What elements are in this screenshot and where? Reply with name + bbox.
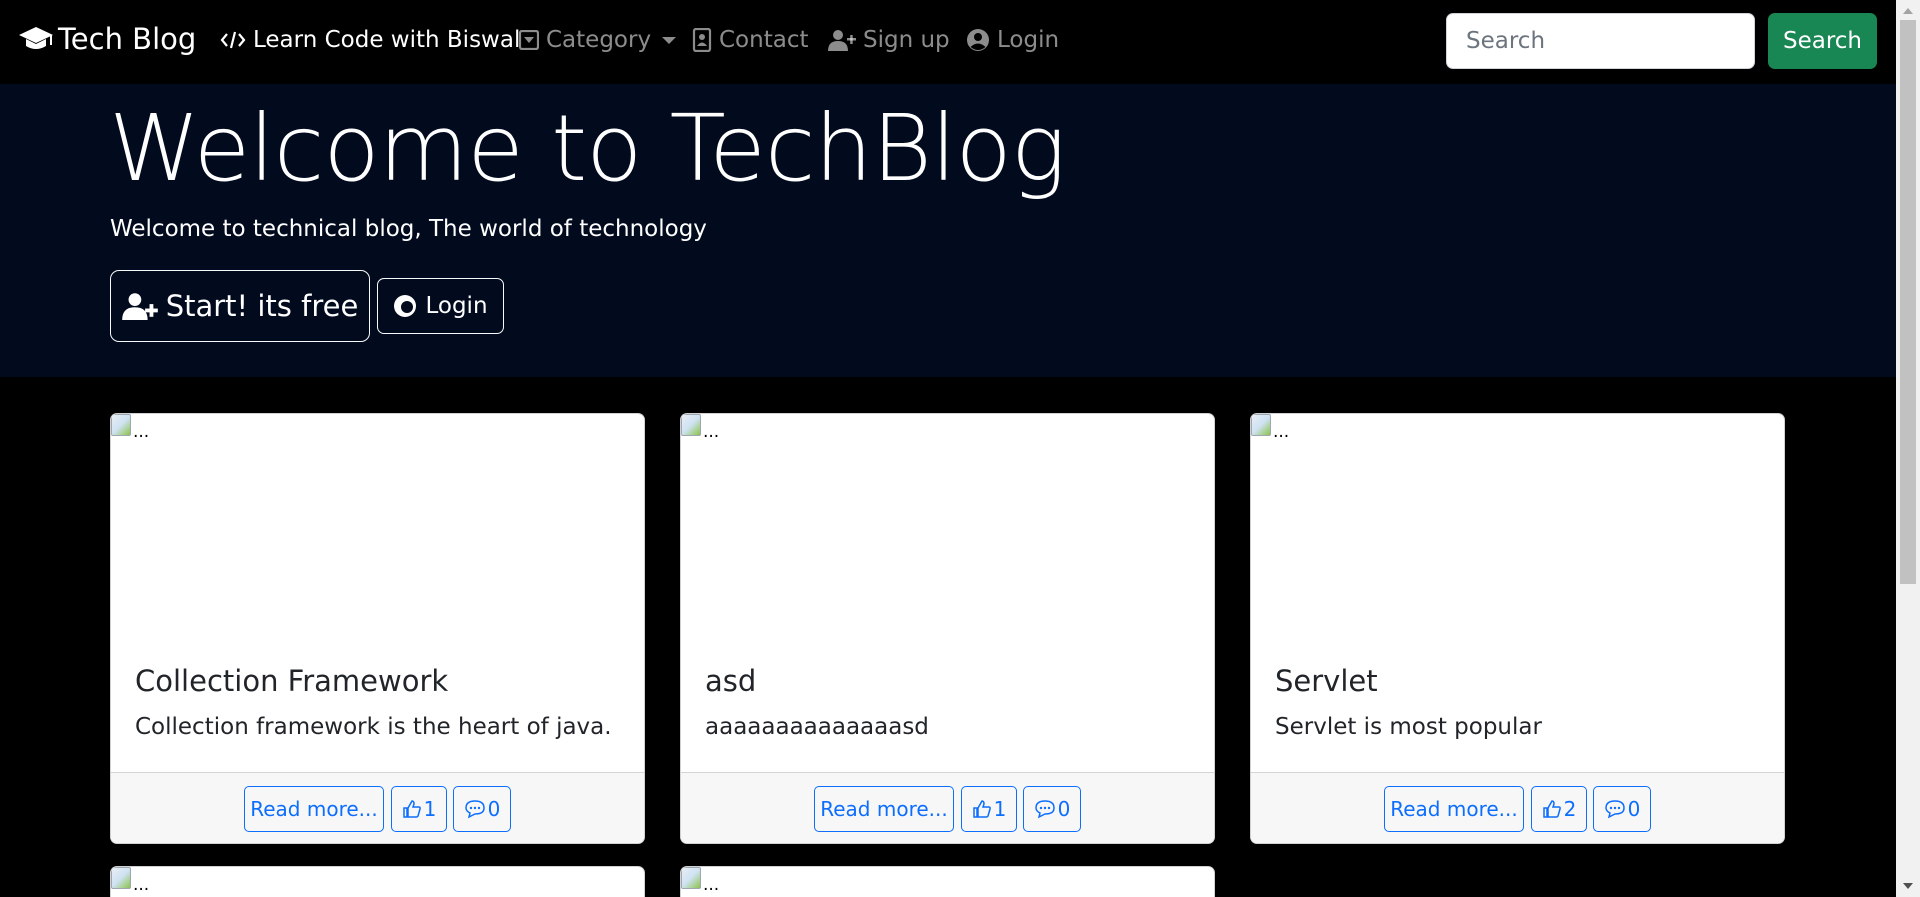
post-footer: Read more... 2 0 [1251, 772, 1784, 843]
post-card: ... [110, 866, 645, 897]
like-count: 2 [1563, 797, 1577, 821]
post-image-alt: ... [703, 875, 720, 895]
user-plus-icon [828, 30, 856, 51]
like-button[interactable]: 2 [1531, 786, 1587, 832]
post-footer: Read more... 1 0 [111, 772, 644, 843]
nav-learn-code[interactable]: Learn Code with Biswal [220, 27, 520, 53]
start-free-label: Start! its free [165, 289, 359, 323]
post-image-alt: ... [133, 422, 150, 442]
post-image-alt: ... [703, 422, 720, 442]
post-image: ... [681, 414, 719, 442]
broken-image-icon [111, 414, 131, 436]
nav-signup[interactable]: Sign up [828, 27, 950, 53]
like-count: 1 [423, 797, 437, 821]
comment-count: 0 [1627, 797, 1641, 821]
comment-button[interactable]: 0 [453, 786, 511, 832]
read-more-button[interactable]: Read more... [244, 786, 384, 832]
hero-login-label: Login [425, 293, 488, 319]
post-image: ... [1251, 414, 1289, 442]
broken-image-icon [681, 414, 701, 436]
search-button[interactable]: Search [1768, 13, 1877, 69]
post-text: Collection framework is the heart of jav… [135, 714, 612, 740]
nav-learn-code-label: Learn Code with Biswal [253, 27, 521, 53]
search-input[interactable] [1446, 13, 1755, 69]
hero-banner: Welcome to TechBlog Welcome to technical… [0, 84, 1896, 377]
broken-image-icon [1251, 414, 1271, 436]
post-card: ... Collection Framework Collection fram… [110, 413, 645, 844]
nav-category-dropdown[interactable]: Category [519, 27, 677, 53]
post-image: ... [681, 867, 719, 895]
post-title: Collection Framework [135, 664, 449, 698]
scroll-up-arrow-icon[interactable] [1903, 8, 1913, 14]
post-text: Servlet is most popular [1275, 714, 1542, 740]
like-button[interactable]: 1 [961, 786, 1017, 832]
nav-category-label: Category [546, 27, 652, 53]
brand-link[interactable]: Tech Blog [18, 22, 196, 56]
start-free-button[interactable]: Start! its free [110, 270, 370, 342]
post-footer: Read more... 1 0 [681, 772, 1214, 843]
comment-count: 0 [487, 797, 501, 821]
post-text: aaaaaaaaaaaaaasd [705, 714, 929, 740]
post-card: ... [680, 866, 1215, 897]
nav-contact-label: Contact [719, 27, 809, 53]
hero-login-button[interactable]: Login [377, 278, 504, 334]
address-book-icon [692, 28, 712, 52]
thumbs-up-icon [1542, 800, 1561, 818]
navbar: Tech Blog Learn Code with Biswal Categor… [0, 0, 1896, 84]
comment-button[interactable]: 0 [1023, 786, 1081, 832]
hero-title: Welcome to TechBlog [109, 95, 1066, 202]
post-image: ... [111, 867, 149, 895]
comment-count: 0 [1057, 797, 1071, 821]
post-title: Servlet [1275, 664, 1378, 698]
user-plus-icon [121, 293, 158, 320]
chevron-down-icon [662, 36, 677, 44]
thumbs-up-icon [972, 800, 991, 818]
scroll-down-arrow-icon[interactable] [1903, 883, 1913, 889]
broken-image-icon [681, 867, 701, 889]
post-card: ... asd aaaaaaaaaaaaaasd Read more... 1 … [680, 413, 1215, 844]
nav-signup-label: Sign up [863, 27, 950, 53]
spinner-circle-icon [394, 295, 417, 317]
post-image: ... [111, 414, 149, 442]
scrollbar-thumb[interactable] [1900, 20, 1916, 584]
like-count: 1 [993, 797, 1007, 821]
nav-login-label: Login [997, 27, 1060, 53]
chat-dots-icon [1034, 800, 1055, 819]
nav-contact[interactable]: Contact [692, 27, 808, 53]
code-icon [220, 31, 246, 49]
broken-image-icon [111, 867, 131, 889]
caret-square-icon [519, 30, 539, 50]
graduation-cap-icon [19, 27, 53, 49]
post-image-alt: ... [1273, 422, 1290, 442]
chat-dots-icon [1604, 800, 1625, 819]
comment-button[interactable]: 0 [1593, 786, 1651, 832]
chat-dots-icon [464, 800, 485, 819]
post-title: asd [705, 664, 757, 698]
read-more-button[interactable]: Read more... [1384, 786, 1524, 832]
like-button[interactable]: 1 [391, 786, 447, 832]
hero-subtitle: Welcome to technical blog, The world of … [110, 216, 707, 242]
vertical-scrollbar[interactable] [1896, 0, 1920, 897]
thumbs-up-icon [402, 800, 421, 818]
post-image-alt: ... [133, 875, 150, 895]
nav-login[interactable]: Login [966, 27, 1059, 53]
user-circle-icon [967, 29, 989, 51]
brand-label: Tech Blog [58, 22, 197, 56]
post-card: ... Servlet Servlet is most popular Read… [1250, 413, 1785, 844]
read-more-button[interactable]: Read more... [814, 786, 954, 832]
